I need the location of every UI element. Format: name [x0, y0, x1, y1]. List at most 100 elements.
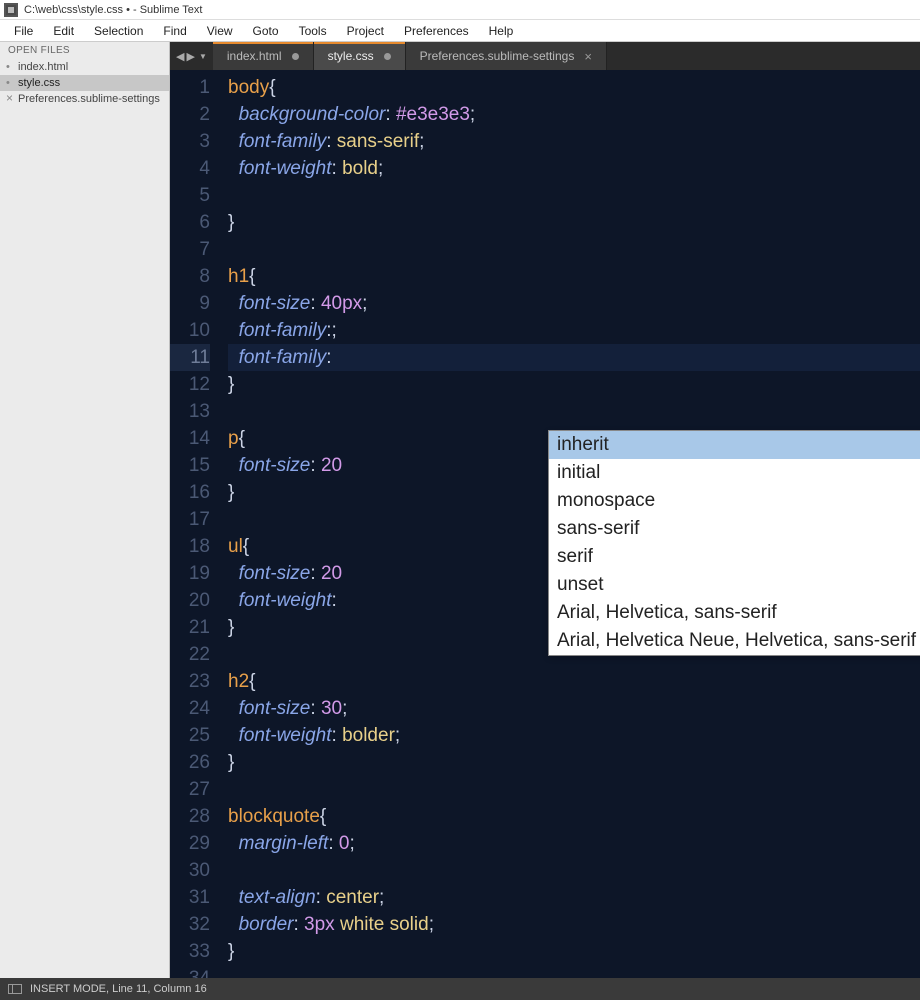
line-number: 29	[170, 830, 210, 857]
menu-help[interactable]: Help	[479, 22, 524, 40]
line-number: 1	[170, 74, 210, 101]
line-number: 17	[170, 506, 210, 533]
tabs-row: ◀ ▶ ▼ index.html style.css Preferences.sub…	[170, 42, 920, 70]
code-line[interactable]: h2{	[228, 668, 920, 695]
nav-forward-icon[interactable]: ▶	[186, 50, 194, 63]
line-number: 4	[170, 155, 210, 182]
menu-edit[interactable]: Edit	[43, 22, 84, 40]
code-line[interactable]: font-size: 40px;	[228, 290, 920, 317]
code-line[interactable]	[228, 857, 920, 884]
line-number: 20	[170, 587, 210, 614]
line-number: 28	[170, 803, 210, 830]
code-line[interactable]: text-align: center;	[228, 884, 920, 911]
menu-project[interactable]: Project	[337, 22, 394, 40]
open-file-label: index.html	[18, 61, 68, 73]
tab-label: index.html	[227, 49, 282, 63]
code-line[interactable]: font-weight: bold;	[228, 155, 920, 182]
panel-switcher-icon[interactable]	[8, 984, 22, 994]
code-line[interactable]: margin-left: 0;	[228, 830, 920, 857]
app-icon	[4, 3, 18, 17]
line-number: 8	[170, 263, 210, 290]
code-line[interactable]	[228, 776, 920, 803]
code-line[interactable]: border: 3px white solid;	[228, 911, 920, 938]
line-number: 3	[170, 128, 210, 155]
line-number: 12	[170, 371, 210, 398]
editor-pane: ◀ ▶ ▼ index.html style.css Preferences.sub…	[170, 42, 920, 978]
dirty-indicator-icon	[384, 53, 391, 60]
code-line[interactable]: }	[228, 209, 920, 236]
tab-nav: ◀ ▶ ▼	[170, 42, 213, 70]
autocomplete-option[interactable]: monospace	[549, 487, 920, 515]
code-line[interactable]	[228, 182, 920, 209]
line-number: 2	[170, 101, 210, 128]
title-bar: C:\web\css\style.css • - Sublime Text	[0, 0, 920, 20]
tab-label: Preferences.sublime-settings	[420, 49, 575, 63]
open-file-label: style.css	[18, 77, 60, 89]
menu-preferences[interactable]: Preferences	[394, 22, 479, 40]
close-icon[interactable]: ×	[584, 49, 592, 64]
autocomplete-option[interactable]: serif	[549, 543, 920, 571]
line-number: 21	[170, 614, 210, 641]
code-line[interactable]: font-family:	[228, 344, 920, 371]
open-file-item[interactable]: style.css	[0, 75, 169, 91]
dirty-indicator-icon	[292, 53, 299, 60]
code-line[interactable]: font-size: 30;	[228, 695, 920, 722]
code-line[interactable]	[228, 236, 920, 263]
autocomplete-option[interactable]: initial	[549, 459, 920, 487]
menu-tools[interactable]: Tools	[289, 22, 337, 40]
menu-goto[interactable]: Goto	[243, 22, 289, 40]
line-number: 7	[170, 236, 210, 263]
window-title: C:\web\css\style.css • - Sublime Text	[24, 4, 202, 16]
menu-bar: FileEditSelectionFindViewGotoToolsProjec…	[0, 20, 920, 42]
line-number: 30	[170, 857, 210, 884]
code-line[interactable]: }	[228, 371, 920, 398]
line-number: 18	[170, 533, 210, 560]
line-number: 27	[170, 776, 210, 803]
code-line[interactable]: background-color: #e3e3e3;	[228, 101, 920, 128]
tab-index-html[interactable]: index.html	[213, 42, 314, 70]
code-line[interactable]: body{	[228, 74, 920, 101]
autocomplete-option[interactable]: inherit	[549, 431, 920, 459]
code-line[interactable]: blockquote{	[228, 803, 920, 830]
autocomplete-popup[interactable]: inheritinitialmonospacesans-serifserifun…	[548, 430, 920, 656]
sidebar-header: OPEN FILES	[0, 42, 169, 59]
code-line[interactable]: h1{	[228, 263, 920, 290]
line-number: 26	[170, 749, 210, 776]
tab-style-css[interactable]: style.css	[314, 42, 406, 70]
code-line[interactable]: }	[228, 938, 920, 965]
line-number: 9	[170, 290, 210, 317]
nav-back-icon[interactable]: ◀	[176, 50, 184, 63]
menu-find[interactable]: Find	[153, 22, 196, 40]
open-file-item[interactable]: Preferences.sublime-settings	[0, 91, 169, 107]
autocomplete-option[interactable]: Arial, Helvetica, sans-serif	[549, 599, 920, 627]
autocomplete-option[interactable]: unset	[549, 571, 920, 599]
menu-file[interactable]: File	[4, 22, 43, 40]
menu-selection[interactable]: Selection	[84, 22, 153, 40]
code-area[interactable]: 1234567891011121314151617181920212223242…	[170, 70, 920, 978]
code-line[interactable]	[228, 965, 920, 978]
tab-label: style.css	[328, 49, 374, 63]
line-number: 15	[170, 452, 210, 479]
code-line[interactable]	[228, 398, 920, 425]
autocomplete-option[interactable]: Arial, Helvetica Neue, Helvetica, sans-s…	[549, 627, 920, 655]
line-number: 23	[170, 668, 210, 695]
code-line[interactable]: font-weight: bolder;	[228, 722, 920, 749]
line-number: 10	[170, 317, 210, 344]
autocomplete-option[interactable]: sans-serif	[549, 515, 920, 543]
line-number: 33	[170, 938, 210, 965]
code-line[interactable]: font-family:;	[228, 317, 920, 344]
line-number: 34	[170, 965, 210, 978]
line-number: 22	[170, 641, 210, 668]
line-number: 13	[170, 398, 210, 425]
code-line[interactable]: }	[228, 749, 920, 776]
line-number: 19	[170, 560, 210, 587]
nav-dropdown-icon[interactable]: ▼	[199, 52, 207, 61]
status-bar: INSERT MODE, Line 11, Column 16	[0, 978, 920, 1000]
code-line[interactable]: font-family: sans-serif;	[228, 128, 920, 155]
gutter: 1234567891011121314151617181920212223242…	[170, 70, 220, 978]
open-file-item[interactable]: index.html	[0, 59, 169, 75]
tab-preferences-sublime-settings[interactable]: Preferences.sublime-settings ×	[406, 42, 607, 70]
line-number: 11	[170, 344, 210, 371]
menu-view[interactable]: View	[197, 22, 243, 40]
line-number: 32	[170, 911, 210, 938]
